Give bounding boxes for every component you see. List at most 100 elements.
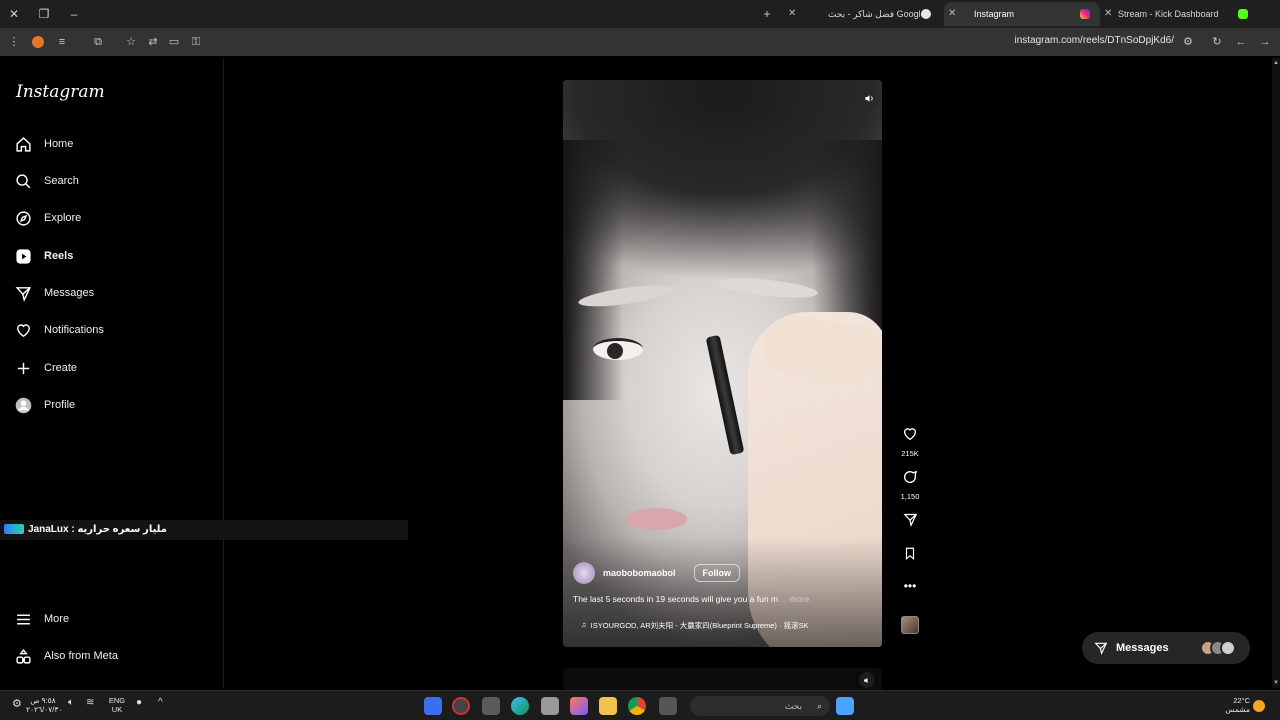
kick-favicon-icon (1238, 9, 1248, 19)
search-icon: ⌕ (816, 701, 822, 711)
settings-gear-icon[interactable]: ⚙ (12, 697, 24, 715)
language-indicator[interactable]: ENG UK (106, 696, 128, 714)
extensions-icon[interactable]: ⧉ (90, 34, 106, 50)
close-window-icon[interactable]: ✕ (6, 6, 22, 22)
tab-google-search[interactable]: ✕ فضل شاكر - بحث Google (784, 2, 940, 26)
tab-instagram[interactable]: ✕ Instagram (944, 2, 1100, 26)
store-icon[interactable] (482, 697, 500, 715)
author-username[interactable]: maobobomaobol (603, 568, 676, 578)
tab-title: Instagram (974, 9, 1015, 19)
sidebar-item-label: Notifications (44, 324, 104, 336)
windows-start-icon[interactable] (836, 697, 854, 715)
reel-music[interactable]: ♫ ISYOURGOD, AR刘夫阳 - 大赢家四(Blueprint Supr… (581, 620, 809, 631)
instagram-sidebar: Instagram Home Search Explore Reels Mess… (0, 58, 224, 688)
stream-chat-overlay: JanaLux : مليار سعره حراريه (0, 520, 408, 540)
clock[interactable]: ٩:٥٨ ص ٢٠٢٦/٠٧/٣٠ (26, 696, 63, 714)
restore-window-icon[interactable]: ❐ (36, 6, 52, 22)
site-settings-icon[interactable]: ⚙ (1180, 34, 1196, 50)
wifi-icon[interactable]: ≋ (86, 697, 98, 715)
app-icon[interactable] (570, 697, 588, 715)
sidebar-item-label: Home (44, 138, 74, 150)
cast-icon[interactable]: ▭ (166, 34, 182, 50)
sidebar-item-notifications[interactable]: Notifications (14, 317, 104, 343)
package-icon[interactable] (541, 697, 559, 715)
reel-video[interactable]: maobobomaobol Follow The last 5 seconds … (563, 80, 882, 647)
temperature: 22°C (1233, 696, 1250, 705)
reading-list-icon[interactable]: ≡ (54, 34, 70, 50)
minimize-window-icon[interactable]: – (66, 6, 82, 22)
volume-icon[interactable]: 🔈︎ (68, 697, 78, 715)
sidebar-item-reels[interactable]: Reels (14, 243, 73, 269)
sun-icon (1253, 700, 1265, 712)
follow-button[interactable]: Follow (693, 564, 740, 582)
author-avatar[interactable] (573, 562, 595, 584)
close-tab-icon[interactable]: ✕ (1104, 2, 1112, 26)
tab-title: فضل شاكر - بحث Google (828, 9, 926, 19)
weather-widget[interactable]: 22°C مشمس (1210, 696, 1250, 714)
sidebar-item-search[interactable]: Search (14, 168, 79, 194)
sidebar-item-label: Profile (44, 399, 76, 411)
chevron-up-icon[interactable]: ^ (158, 697, 168, 715)
sidebar-item-explore[interactable]: Explore (14, 205, 81, 231)
menu-dots-icon[interactable]: ⋮ (6, 34, 22, 50)
app-icon[interactable] (424, 697, 442, 715)
sidebar-item-create[interactable]: Create (14, 355, 77, 381)
new-tab-icon[interactable]: + (759, 6, 775, 22)
messages-floating-button[interactable]: Messages (1082, 632, 1250, 664)
menu-icon (14, 610, 32, 628)
obs-icon[interactable] (452, 697, 470, 715)
close-tab-icon[interactable]: ✕ (788, 2, 796, 26)
taskbar-search-box[interactable]: بحث ⌕ (690, 696, 830, 716)
page-scrollbar[interactable]: ▲ ▼ (1272, 58, 1280, 688)
speaker-icon (864, 94, 873, 102)
sidebar-item-profile[interactable]: Profile (14, 392, 75, 418)
url-field[interactable]: instagram.com/reels/DTnSoDpjKd6/ (1014, 35, 1174, 46)
original-audio-thumbnail[interactable] (901, 616, 919, 634)
caption-more-link[interactable]: ... more (780, 594, 809, 604)
close-tab-icon[interactable]: ✕ (948, 2, 956, 26)
chrome-icon[interactable] (628, 697, 646, 715)
task-view-icon[interactable] (659, 697, 677, 715)
profile-icon[interactable] (30, 34, 46, 50)
reload-icon[interactable]: ↻ (1209, 34, 1225, 50)
bookmark-star-icon[interactable]: ☆ (123, 34, 139, 50)
like-count: 215K (901, 449, 919, 458)
comment-button[interactable]: 1,150 (895, 469, 925, 501)
more-options-button[interactable]: ••• (895, 580, 925, 592)
sidebar-item-label: Reels (44, 250, 74, 262)
forward-icon[interactable]: → (1257, 34, 1273, 50)
next-reel-preview[interactable] (563, 668, 882, 690)
sidebar-item-also-from-meta[interactable]: Also from Meta (14, 643, 118, 669)
scroll-down-icon[interactable]: ▼ (1273, 680, 1279, 686)
region-code: UK (111, 705, 123, 714)
sidebar-item-label: Search (44, 175, 79, 187)
password-key-icon[interactable]: ⚿ (188, 34, 204, 50)
tab-kick-dashboard[interactable]: ✕ Stream - Kick Dashboard (1102, 2, 1258, 26)
scroll-up-icon[interactable]: ▲ (1273, 60, 1279, 66)
edge-icon[interactable] (511, 697, 529, 715)
sidebar-item-more[interactable]: More (14, 606, 69, 632)
like-button[interactable]: 215K (895, 426, 925, 458)
sidebar-item-label: Also from Meta (44, 650, 118, 662)
clock-date: ٢٠٢٦/٠٧/٣٠ (26, 705, 63, 714)
audio-toggle-button[interactable] (859, 88, 879, 108)
audio-toggle-button[interactable] (859, 672, 875, 688)
send-icon (1094, 642, 1108, 655)
file-explorer-icon[interactable] (599, 697, 617, 715)
save-button[interactable] (895, 546, 925, 566)
meta-icon (14, 647, 32, 665)
heart-icon (904, 428, 916, 441)
address-bar: ⋮ ≡ ⧉ ☆ ⇄ ▭ ⚿ instagram.com/reels/DTnSoD… (0, 28, 1280, 56)
translate-icon[interactable]: ⇄ (145, 34, 161, 50)
instagram-logo[interactable]: Instagram (16, 82, 105, 102)
google-favicon-icon (921, 9, 931, 19)
music-title: ISYOURGOD, AR刘夫阳 - 大赢家四(Blueprint Suprem… (590, 621, 809, 630)
sidebar-item-messages[interactable]: Messages (14, 280, 94, 306)
weather-condition: مشمس (1225, 705, 1250, 714)
share-button[interactable] (895, 512, 925, 532)
back-icon[interactable]: ← (1233, 34, 1249, 50)
sidebar-item-home[interactable]: Home (14, 131, 73, 157)
clock-time: ٩:٥٨ ص (30, 696, 56, 705)
kick-badge-icon (4, 524, 24, 535)
microphone-icon[interactable]: ● (136, 697, 146, 715)
